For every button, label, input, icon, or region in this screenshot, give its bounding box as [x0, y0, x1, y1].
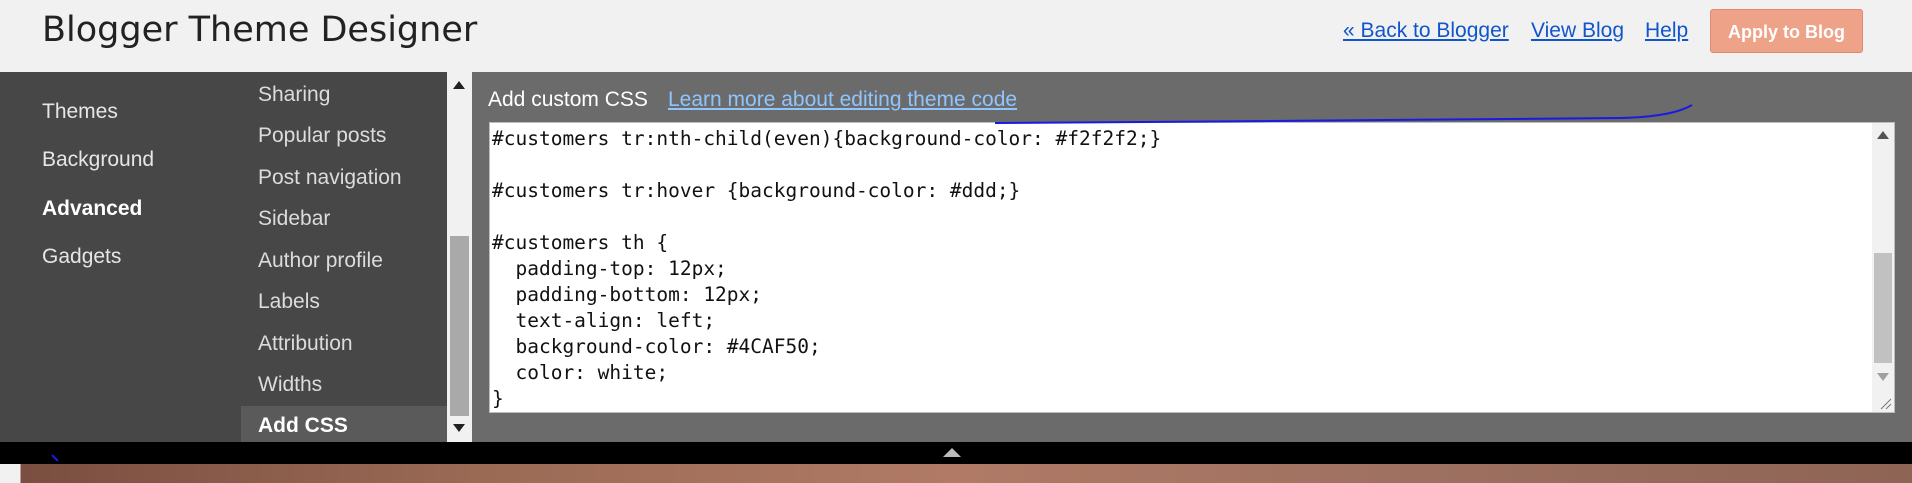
- apply-to-blog-button[interactable]: Apply to Blog: [1710, 9, 1863, 53]
- blog-preview-strip: [0, 464, 1912, 483]
- sub-item-attribution[interactable]: Attribution: [258, 332, 353, 356]
- left-nav: Themes Background Advanced Gadgets: [0, 72, 241, 442]
- sub-item-sharing[interactable]: Sharing: [258, 83, 330, 107]
- sub-item-sidebar[interactable]: Sidebar: [258, 207, 330, 231]
- preview-divider-bar: [0, 442, 1912, 464]
- sub-item-post-navigation[interactable]: Post navigation: [258, 166, 402, 190]
- learn-more-link[interactable]: Learn more about editing theme code: [668, 88, 1017, 112]
- css-code-editor[interactable]: #customers tr:nth-child(even){background…: [489, 122, 1895, 413]
- panel-title: Add custom CSS: [488, 88, 648, 111]
- header: Blogger Theme Designer « Back to Blogger…: [0, 0, 1912, 72]
- help-link[interactable]: Help: [1645, 19, 1688, 43]
- editor-scroll-down-icon[interactable]: [1877, 373, 1889, 381]
- nav-item-gadgets[interactable]: Gadgets: [42, 245, 121, 269]
- resize-grip-icon[interactable]: [1878, 396, 1892, 410]
- sub-nav: Sharing Popular posts Post navigation Si…: [241, 72, 447, 442]
- editor-scroll-up-icon[interactable]: [1877, 131, 1889, 139]
- app-title: Blogger Theme Designer: [42, 10, 478, 50]
- back-to-blogger-link[interactable]: « Back to Blogger: [1343, 19, 1509, 43]
- view-blog-link[interactable]: View Blog: [1531, 19, 1624, 43]
- collapse-arrow-icon[interactable]: [943, 448, 961, 457]
- sub-item-widths[interactable]: Widths: [258, 373, 322, 397]
- nav-item-advanced[interactable]: Advanced: [42, 197, 142, 221]
- editor-scrollbar[interactable]: [1872, 123, 1894, 412]
- nav-item-background[interactable]: Background: [42, 148, 154, 172]
- sub-item-author-profile[interactable]: Author profile: [258, 249, 383, 273]
- sub-item-add-css[interactable]: Add CSS: [258, 414, 348, 438]
- scroll-thumb[interactable]: [450, 236, 469, 416]
- sub-item-popular-posts[interactable]: Popular posts: [258, 124, 386, 148]
- css-editor-panel: Add custom CSS Learn more about editing …: [472, 72, 1912, 442]
- scroll-down-arrow-icon[interactable]: [453, 424, 465, 432]
- editor-scroll-thumb[interactable]: [1874, 253, 1892, 363]
- scroll-up-arrow-icon[interactable]: [453, 81, 465, 89]
- sub-item-labels[interactable]: Labels: [258, 290, 320, 314]
- sub-nav-scrollbar[interactable]: [447, 72, 472, 442]
- nav-item-themes[interactable]: Themes: [42, 100, 118, 124]
- css-code-text[interactable]: #customers tr:nth-child(even){background…: [492, 126, 1161, 412]
